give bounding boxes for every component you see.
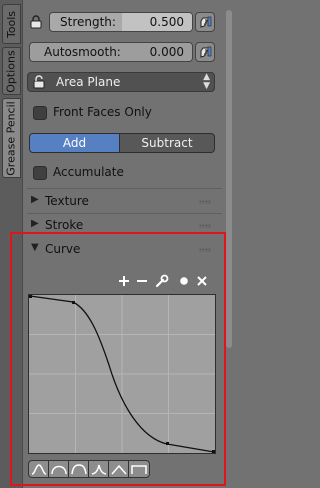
open-lock-icon (32, 75, 46, 92)
curve-point[interactable] (29, 295, 32, 298)
pressure-icon (200, 16, 212, 28)
stroke-panel-title: Stroke (45, 218, 84, 232)
drag-grip-icon[interactable] (199, 224, 211, 228)
sharp-preset-icon[interactable] (88, 460, 109, 478)
direction-toggle: Add Subtract (27, 133, 217, 153)
collapsed-triangle-icon: ▶ (31, 194, 39, 205)
front-faces-only-checkbox[interactable] (33, 106, 47, 120)
curve-panel-title: Curve (45, 242, 81, 256)
vertical-tab-strip: Tools Options Grease Pencil (0, 0, 23, 488)
curve-panel-header[interactable]: ▼ Curve (27, 239, 217, 261)
area-plane-value: Area Plane (56, 75, 121, 89)
autosmooth-label: Autosmooth: (44, 45, 121, 59)
strength-pressure-button[interactable] (195, 12, 215, 32)
curve-point[interactable] (212, 450, 215, 453)
curve-graph-svg[interactable] (29, 295, 215, 453)
add-label: Add (62, 136, 87, 150)
curve-point[interactable] (166, 442, 169, 445)
chevron-updown-icon: ▲ ▼ (203, 72, 210, 91)
drag-grip-icon[interactable] (199, 248, 211, 252)
area-plane-dropdown[interactable]: Area Plane ▲ ▼ (27, 72, 215, 92)
autosmooth-slider[interactable]: Autosmooth: 0.000 (29, 42, 193, 62)
circle-icon[interactable] (176, 273, 192, 289)
texture-panel-header[interactable]: ▶ Texture (27, 191, 217, 213)
subtract-button[interactable]: Subtract (119, 133, 215, 153)
strength-row: Strength: 0.500 (27, 12, 217, 32)
tab-grease-pencil-label: Grease Pencil (5, 100, 19, 176)
curve-grid (29, 295, 215, 453)
scrollbar-thumb[interactable] (226, 10, 232, 348)
line-preset-icon[interactable] (108, 460, 129, 478)
strength-value: 0.500 (149, 15, 184, 29)
stroke-panel-header[interactable]: ▶ Stroke (27, 215, 217, 237)
strength-label: Strength: (60, 15, 116, 29)
delete-icon[interactable] (194, 273, 210, 289)
curve-point[interactable] (72, 301, 75, 304)
drag-grip-icon[interactable] (199, 200, 211, 204)
tool-shelf-panel: Tools Options Grease Pencil Strength: 0.… (0, 0, 240, 488)
front-faces-only-label: Front Faces Only (53, 105, 152, 119)
front-faces-only-row: Front Faces Only (27, 103, 217, 123)
tab-tools-label: Tools (5, 10, 19, 38)
wrench-icon[interactable] (154, 273, 170, 289)
add-button[interactable]: Add (29, 133, 120, 153)
sphere-preset-icon[interactable] (48, 460, 69, 478)
subtract-label: Subtract (141, 136, 193, 150)
area-plane-row: Area Plane ▲ ▼ (27, 72, 217, 92)
strength-slider[interactable]: Strength: 0.500 (49, 12, 193, 32)
tab-tools[interactable]: Tools (2, 4, 21, 44)
tab-grease-pencil[interactable]: Grease Pencil (2, 98, 21, 178)
curve-graph[interactable] (28, 294, 216, 454)
accumulate-checkbox[interactable] (33, 166, 47, 180)
vertical-scrollbar[interactable] (224, 0, 234, 488)
lock-icon[interactable] (27, 12, 45, 32)
tab-options[interactable]: Options (2, 47, 21, 95)
texture-panel-title: Texture (45, 194, 89, 208)
add-point-icon[interactable] (116, 273, 132, 289)
divider (27, 188, 222, 189)
tab-options-label: Options (5, 49, 19, 93)
collapsed-triangle-icon: ▶ (31, 218, 39, 229)
smooth-preset-icon[interactable] (28, 460, 49, 478)
autosmooth-pressure-button[interactable] (195, 42, 215, 62)
autosmooth-value: 0.000 (149, 45, 184, 59)
autosmooth-row: Autosmooth: 0.000 (27, 42, 217, 62)
max-preset-icon[interactable] (128, 460, 150, 478)
remove-point-icon[interactable] (134, 273, 150, 289)
accumulate-label: Accumulate (53, 165, 124, 179)
pressure-icon (200, 46, 212, 58)
root-preset-icon[interactable] (68, 460, 89, 478)
accumulate-row: Accumulate (27, 163, 217, 183)
divider (27, 213, 222, 214)
expanded-triangle-icon: ▼ (31, 242, 39, 253)
